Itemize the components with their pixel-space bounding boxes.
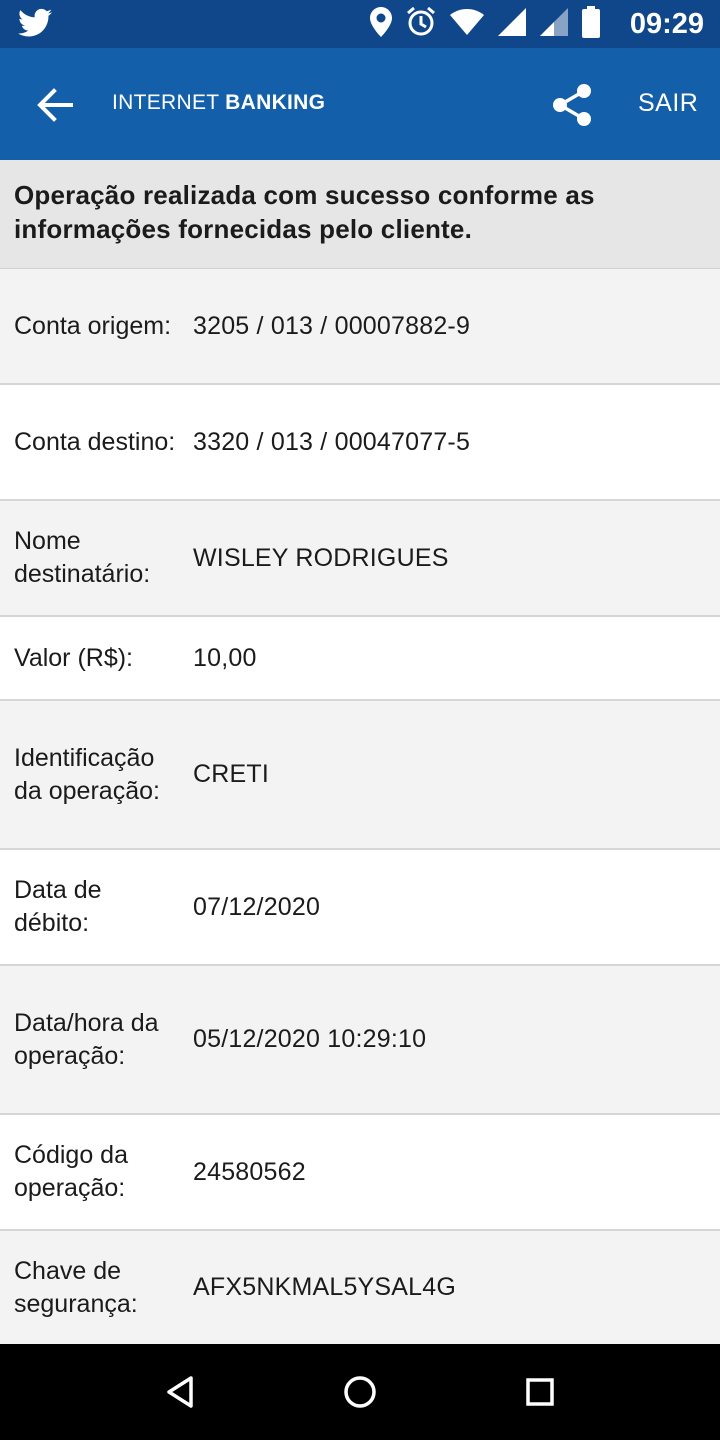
navigation-bar — [0, 1344, 720, 1440]
alarm-icon — [406, 6, 436, 42]
battery-icon — [582, 5, 600, 43]
detail-label: Conta destino: — [14, 427, 176, 456]
detail-row-amount: Valor (R$): 10,00 — [0, 617, 720, 701]
detail-label: Data/hora da operação: — [14, 1008, 159, 1070]
status-icons — [370, 5, 600, 43]
detail-row-destination-account: Conta destino: 3320 / 013 / 00047077-5 — [0, 385, 720, 501]
home-icon — [344, 1376, 376, 1408]
signal-icon — [498, 7, 526, 41]
detail-value: 3320 / 013 / 00047077-5 — [193, 427, 471, 456]
status-bar: 09:29 — [0, 0, 720, 48]
detail-row-operation-datetime: Data/hora da operação: 05/12/2020 10:29:… — [0, 966, 720, 1115]
detail-row-debit-date: Data de débito: 07/12/2020 — [0, 850, 720, 966]
app-title: INTERNET BANKING — [112, 86, 325, 120]
detail-label: Chave de segurança: — [14, 1256, 138, 1318]
detail-row-source-account: Conta origem: 3205 / 013 / 00007882-9 — [0, 269, 720, 385]
status-time: 09:29 — [629, 8, 704, 40]
detail-value: 3205 / 013 / 00007882-9 — [193, 311, 471, 340]
detail-label: Código da operação: — [14, 1141, 128, 1202]
detail-label: Nome destinatário: — [14, 527, 151, 588]
success-message: Operação realizada com sucesso conforme … — [14, 180, 595, 244]
share-icon — [553, 84, 591, 126]
detail-value: WISLEY RODRIGUES — [193, 543, 449, 572]
share-button[interactable] — [545, 78, 599, 132]
back-button[interactable] — [30, 82, 80, 128]
detail-row-recipient-name: Nome destinatário: WISLEY RODRIGUES — [0, 501, 720, 617]
recents-icon — [526, 1378, 554, 1406]
app-title-prefix: INTERNET — [112, 91, 220, 114]
location-icon — [370, 6, 392, 42]
arrow-left-icon — [37, 88, 73, 122]
detail-row-security-key: Chave de segurança: AFX5NKMAL5YSAL4G — [0, 1231, 720, 1344]
signal-icon — [540, 7, 568, 41]
app-bar: INTERNET BANKING SAIR — [0, 48, 720, 160]
detail-value: 24580562 — [193, 1157, 306, 1186]
twitter-icon — [18, 8, 54, 38]
app-title-bold: BANKING — [225, 91, 326, 114]
detail-label: Valor (R$): — [14, 643, 134, 672]
detail-value: 05/12/2020 10:29:10 — [193, 1025, 427, 1053]
exit-button[interactable]: SAIR — [638, 84, 698, 122]
detail-value: 07/12/2020 — [193, 892, 321, 921]
back-icon — [167, 1376, 193, 1408]
nav-recents-button[interactable] — [516, 1368, 564, 1416]
detail-value: AFX5NKMAL5YSAL4G — [193, 1273, 457, 1301]
nav-home-button[interactable] — [336, 1368, 384, 1416]
detail-label: Identificação da operação: — [14, 743, 160, 805]
detail-value: 10,00 — [193, 643, 257, 672]
detail-value: CRETI — [193, 760, 269, 788]
detail-row-operation-code: Código da operação: 24580562 — [0, 1115, 720, 1231]
wifi-icon — [450, 8, 484, 40]
receipt-details: Conta origem: 3205 / 013 / 00007882-9 Co… — [0, 269, 720, 1344]
detail-row-operation-id: Identificação da operação: CRETI — [0, 701, 720, 850]
detail-label: Data de débito: — [14, 876, 102, 937]
nav-back-button[interactable] — [156, 1368, 204, 1416]
detail-label: Conta origem: — [14, 311, 172, 340]
success-banner: Operação realizada com sucesso conforme … — [0, 160, 720, 269]
